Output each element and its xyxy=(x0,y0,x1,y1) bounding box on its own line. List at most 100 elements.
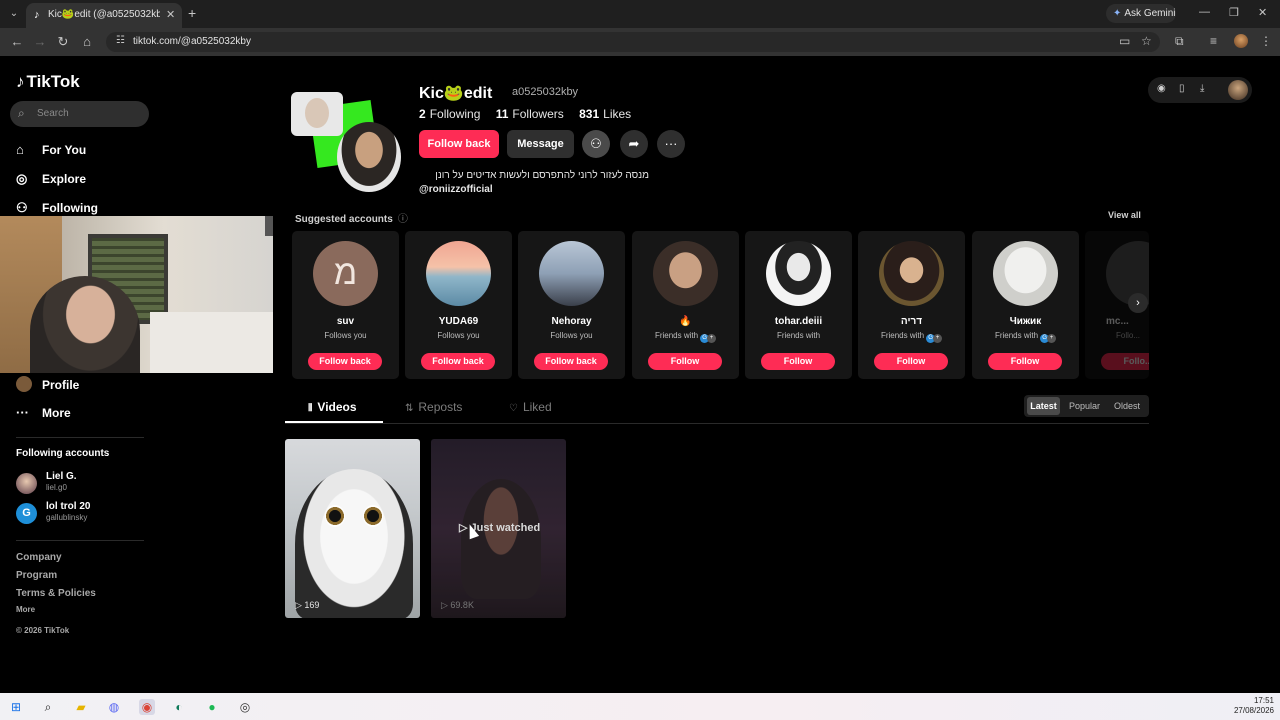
nav-more[interactable]: ··· More xyxy=(16,405,71,425)
follow-back-button[interactable]: Follow back xyxy=(419,130,499,158)
card-name: דריה xyxy=(900,316,923,327)
restore-icon[interactable]: ❐ xyxy=(1229,6,1239,19)
chrome-icon[interactable]: ◉ xyxy=(139,699,155,715)
sort-popular-button[interactable]: Popular xyxy=(1066,397,1103,415)
chevron-right-icon[interactable]: › xyxy=(1128,293,1148,313)
nav-for-you[interactable]: ⌂ For You xyxy=(16,142,86,162)
suggested-card[interactable]: tohar.deiii Friends with Follow xyxy=(745,231,852,379)
browser-profile-avatar[interactable] xyxy=(1234,34,1248,48)
video-thumbnail[interactable]: ▷ 169 xyxy=(285,439,420,618)
profile-avatar[interactable] xyxy=(289,90,401,192)
account-avatar: G xyxy=(16,503,37,524)
view-count: ▷ 69.8K xyxy=(441,600,474,610)
tab-videos[interactable]: ⦀ Videos xyxy=(308,400,357,414)
card-name: YUDA69 xyxy=(438,316,479,327)
extensions-icon[interactable]: ⧉ xyxy=(1175,34,1184,49)
card-avatar: מ xyxy=(313,241,378,306)
suggested-card[interactable]: Nehoray Follows you Follow back xyxy=(518,231,625,379)
back-icon[interactable]: ← xyxy=(9,34,25,49)
browser-menu-icon[interactable]: ⋮ xyxy=(1260,34,1272,48)
sidebar-divider xyxy=(16,437,144,438)
card-follow-button[interactable]: Follow xyxy=(648,353,722,370)
footer-terms-link[interactable]: Terms & Policies xyxy=(16,588,96,599)
nav-explore[interactable]: ◎ Explore xyxy=(16,171,86,191)
edge-icon[interactable]: ◐ xyxy=(171,699,187,715)
tiktok-note-icon: ♪ xyxy=(16,72,25,91)
card-sub-text: Friends with xyxy=(654,331,699,340)
phone-icon[interactable]: ▯ xyxy=(1179,83,1185,94)
card-follow-button[interactable]: Follo... xyxy=(1101,353,1149,370)
followers-label[interactable]: Followers xyxy=(512,107,563,121)
window-close-icon[interactable]: ✕ xyxy=(1258,6,1267,19)
site-info-icon[interactable]: ☷ xyxy=(116,35,125,46)
minimize-icon[interactable]: — xyxy=(1199,6,1210,18)
following-count[interactable]: 2 xyxy=(419,107,426,121)
followers-count[interactable]: 11 xyxy=(496,107,509,121)
url-bar[interactable]: ☷ tiktok.com/@a0525032kby xyxy=(106,32,1160,52)
home-browser-icon[interactable]: ⌂ xyxy=(79,34,95,49)
windows-start-icon[interactable]: ⊞ xyxy=(8,699,24,715)
nav-profile[interactable]: Profile xyxy=(16,376,79,396)
discord-icon[interactable]: ◍ xyxy=(106,699,122,715)
card-follow-button[interactable]: Follow back xyxy=(421,353,495,370)
reload-icon[interactable]: ↻ xyxy=(55,34,71,50)
system-clock[interactable]: 17:51 27/08/2026 xyxy=(1232,696,1274,716)
reading-list-icon[interactable]: ≡ xyxy=(1210,34,1217,48)
account-handle: gallublinsky xyxy=(46,513,88,522)
mutual-count-icon: + xyxy=(1047,334,1057,343)
tab-reposts[interactable]: ⇅ Reposts xyxy=(405,400,462,414)
browser-tab[interactable]: ♪ Kic🐸edit (@a0525032kby) | Ti ✕ xyxy=(26,3,182,28)
install-app-icon[interactable]: ▭ xyxy=(1119,34,1130,48)
search-input[interactable]: ⌕ Search xyxy=(10,101,149,127)
card-follow-button[interactable]: Follow back xyxy=(534,353,608,370)
tab-liked[interactable]: ♡ Liked xyxy=(509,400,552,414)
sort-oldest-button[interactable]: Oldest xyxy=(1110,397,1144,415)
tiktok-logo[interactable]: ♪ TikTok xyxy=(16,72,80,92)
tab-list-icon[interactable]: ⌄ xyxy=(6,6,22,22)
suggested-card[interactable]: Чижик Friends with G + Follow xyxy=(972,231,1079,379)
video-figure xyxy=(461,479,541,599)
coin-icon[interactable]: ◉ xyxy=(1157,83,1166,94)
view-all-link[interactable]: View all xyxy=(1108,210,1141,220)
forward-icon[interactable]: → xyxy=(32,34,48,49)
more-options-icon[interactable]: ··· xyxy=(657,130,685,158)
footer-program-link[interactable]: Program xyxy=(16,570,57,581)
suggested-card[interactable]: דריה Friends with G + Follow xyxy=(858,231,965,379)
card-follow-button[interactable]: Follow xyxy=(874,353,948,370)
account-handle: liel.g0 xyxy=(46,483,67,492)
share-icon[interactable]: ➦ xyxy=(620,130,648,158)
spotify-icon[interactable]: ● xyxy=(204,699,220,715)
footer-company-link[interactable]: Company xyxy=(16,552,62,563)
message-button[interactable]: Message xyxy=(507,130,574,158)
suggested-card[interactable]: 🔥 Friends with G + Follow xyxy=(632,231,739,379)
suggested-title-text: Suggested accounts xyxy=(295,214,393,225)
user-avatar[interactable] xyxy=(1228,80,1248,100)
card-follow-button[interactable]: Follow xyxy=(988,353,1062,370)
ask-gemini-button[interactable]: ✦ Ask Gemini xyxy=(1106,4,1176,23)
suggested-card[interactable]: YUDA69 Follows you Follow back xyxy=(405,231,512,379)
nav-label: More xyxy=(42,406,71,420)
footer-more-link[interactable]: More xyxy=(16,605,35,614)
bookmark-star-icon[interactable]: ☆ xyxy=(1141,34,1152,48)
card-sub: Friends with G + xyxy=(972,331,1079,343)
cat-eye xyxy=(363,505,383,527)
card-follow-button[interactable]: Follow back xyxy=(308,353,382,370)
following-label[interactable]: Following xyxy=(430,107,481,121)
add-friend-icon[interactable]: ⚇ xyxy=(582,130,610,158)
scrollbar[interactable] xyxy=(265,216,273,236)
tab-close-icon[interactable]: ✕ xyxy=(166,8,175,21)
file-explorer-icon[interactable]: ▰ xyxy=(73,699,89,715)
taskbar-search-icon[interactable]: ⌕ xyxy=(40,699,56,715)
info-icon[interactable]: ⓘ xyxy=(398,214,408,225)
sort-latest-button[interactable]: Latest xyxy=(1027,397,1060,415)
card-sub: Follows you xyxy=(550,331,593,340)
download-icon[interactable]: ⤓ xyxy=(1200,83,1204,94)
new-tab-icon[interactable]: + xyxy=(188,5,196,21)
obs-icon[interactable]: ◎ xyxy=(237,699,253,715)
card-follow-button[interactable]: Follow xyxy=(761,353,835,370)
video-thumbnail[interactable]: ▷ Just watched ▷ 69.8K xyxy=(431,439,566,618)
webcam-overlay xyxy=(0,216,273,373)
bio-mention-link[interactable]: @roniizzofficial xyxy=(419,184,493,195)
repost-icon: ⇅ xyxy=(405,403,414,414)
suggested-card[interactable]: מ suv Follows you Follow back xyxy=(292,231,399,379)
